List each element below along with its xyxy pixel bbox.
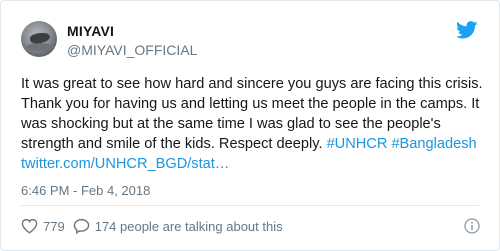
author-handle[interactable]: @MIYAVI_OFFICIAL	[67, 41, 197, 59]
like-button[interactable]: 779	[21, 218, 65, 234]
tweet-text: It was great to see how hard and sincere…	[21, 74, 483, 174]
twitter-bird-icon[interactable]	[456, 21, 478, 39]
speech-bubble-icon	[73, 218, 89, 234]
like-count: 779	[43, 218, 65, 234]
hashtag-bangladesh[interactable]: #Bangladesh	[391, 136, 476, 152]
divider	[21, 205, 479, 206]
reply-button[interactable]: 174 people are talking about this	[73, 218, 283, 234]
tweet-timestamp[interactable]: 6:46 PM - Feb 4, 2018	[21, 182, 150, 200]
avatar[interactable]	[21, 21, 57, 57]
tweet-card: MIYAVI @MIYAVI_OFFICIAL It was great to …	[0, 0, 500, 251]
author-display-name[interactable]: MIYAVI	[67, 22, 114, 40]
info-icon[interactable]	[464, 218, 480, 234]
heart-icon	[21, 218, 38, 234]
tweet-actions: 779 174 people are talking about this	[21, 215, 291, 237]
reply-label: 174 people are talking about this	[94, 218, 283, 234]
hashtag-unhcr[interactable]: #UNHCR	[327, 136, 388, 152]
tweet-link[interactable]: twitter.com/UNHCR_BGD/stat…	[21, 156, 229, 172]
